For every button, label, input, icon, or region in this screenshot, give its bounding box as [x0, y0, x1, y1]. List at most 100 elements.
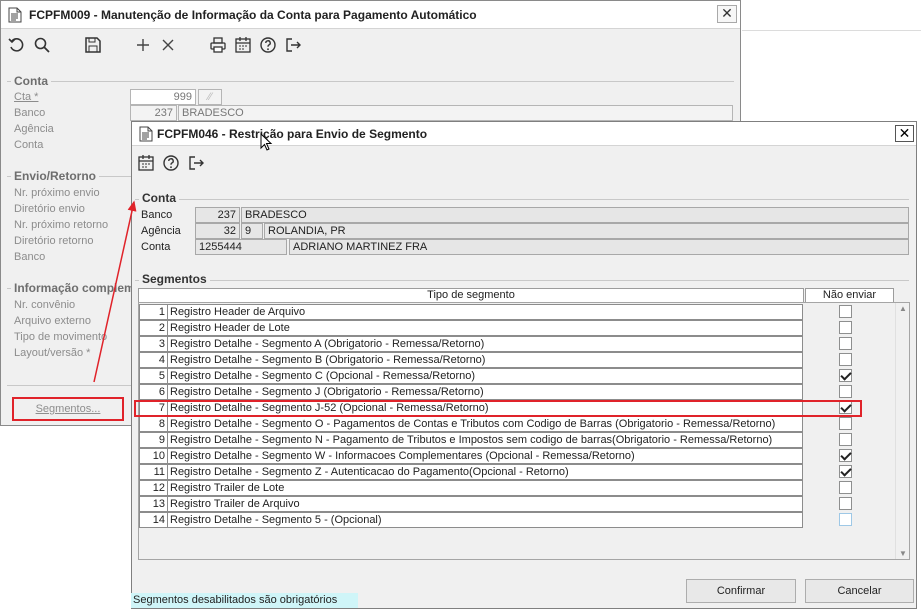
row-segment-type[interactable]: Registro Detalhe - Segmento J-52 (Opcion…	[167, 400, 803, 416]
row-segment-type[interactable]: Registro Header de Lote	[167, 320, 803, 336]
row-number: 8	[139, 416, 167, 432]
dialog-agencia-dv: 9	[241, 223, 263, 239]
save-icon[interactable]	[84, 36, 102, 54]
table-row[interactable]: 11 Registro Detalhe - Segmento Z - Autent…	[139, 464, 803, 480]
col-header-nao-enviar[interactable]: Não enviar	[805, 288, 894, 303]
table-row[interactable]: 6 Registro Detalhe - Segmento J (Obrigato…	[139, 384, 803, 400]
table-row[interactable]: 5 Registro Detalhe - Segmento C (Opcional…	[139, 368, 803, 384]
row-number: 7	[139, 400, 167, 416]
row-segment-type[interactable]: Registro Detalhe - Segmento B (Obrigator…	[167, 352, 803, 368]
exit-icon[interactable]	[284, 36, 302, 54]
tipo-movimento-label: Tipo de movimento	[14, 331, 108, 343]
dialog-conta-name: ADRIANO MARTINEZ FRA	[289, 239, 909, 255]
nao-enviar-checkbox[interactable]	[839, 449, 852, 462]
cta-input[interactable]: 999	[130, 89, 196, 105]
dialog-conta-group-label: Conta	[139, 191, 179, 205]
add-icon[interactable]	[134, 36, 152, 54]
diretorio-retorno-label: Diretório retorno	[14, 235, 94, 247]
cta-lookup-button[interactable]: ⁄⁄	[198, 89, 222, 105]
banco-label: Banco	[14, 107, 46, 119]
nao-enviar-checkbox[interactable]	[839, 305, 852, 318]
nao-enviar-checkbox[interactable]	[839, 369, 852, 382]
nao-enviar-checkbox[interactable]	[839, 465, 852, 478]
nao-enviar-checkbox[interactable]	[839, 417, 852, 430]
table-row[interactable]: 13 Registro Trailer de Arquivo	[139, 496, 803, 512]
dialog-titlebar: FCPFM046 - Restrição para Envio de Segme…	[132, 122, 916, 146]
nao-enviar-checkbox[interactable]	[839, 401, 852, 414]
confirm-button-label: Confirmar	[716, 585, 766, 597]
row-segment-type[interactable]: Registro Detalhe - Segmento 5 - (Opciona…	[167, 512, 803, 528]
table-row[interactable]: 14 Registro Detalhe - Segmento 5 - (Opcio…	[139, 512, 803, 528]
help-icon[interactable]	[259, 36, 277, 54]
row-segment-type[interactable]: Registro Detalhe - Segmento J (Obrigator…	[167, 384, 803, 400]
dialog-agencia-label: Agência	[141, 225, 181, 237]
table-row[interactable]: 8 Registro Detalhe - Segmento O - Pagamen…	[139, 416, 803, 432]
row-number: 6	[139, 384, 167, 400]
scroll-up-arrow-icon[interactable]: ▲	[899, 304, 907, 313]
table-row[interactable]: 7 Registro Detalhe - Segmento J-52 (Opcio…	[139, 400, 803, 416]
envio-retorno-group-label: Envio/Retorno	[11, 169, 100, 183]
row-segment-type[interactable]: Registro Header de Arquivo	[167, 304, 803, 320]
table-row[interactable]: 9 Registro Detalhe - Segmento N - Pagamen…	[139, 432, 803, 448]
nao-enviar-checkbox[interactable]	[839, 337, 852, 350]
row-segment-type[interactable]: Registro Detalhe - Segmento W - Informac…	[167, 448, 803, 464]
nao-enviar-checkbox[interactable]	[839, 353, 852, 366]
exit-icon[interactable]	[187, 154, 205, 172]
row-number: 3	[139, 336, 167, 352]
dialog-close-button[interactable]: ✕	[895, 125, 914, 142]
search-icon[interactable]	[33, 36, 51, 54]
cancel-button[interactable]: Cancelar	[805, 579, 914, 603]
nr-proximo-retorno-label: Nr. próximo retorno	[14, 219, 109, 231]
main-toolbar	[1, 30, 740, 60]
help-icon[interactable]	[162, 154, 180, 172]
row-number: 5	[139, 368, 167, 384]
cta-label: Cta *	[14, 91, 39, 103]
nao-enviar-checkbox[interactable]	[839, 497, 852, 510]
table-row[interactable]: 1 Registro Header de Arquivo	[139, 304, 803, 320]
print-icon[interactable]	[209, 36, 227, 54]
mouse-cursor-icon	[260, 133, 273, 151]
row-segment-type[interactable]: Registro Detalhe - Segmento C (Opcional …	[167, 368, 803, 384]
nr-convenio-label: Nr. convênio	[14, 299, 76, 311]
row-number: 14	[139, 512, 167, 528]
row-segment-type[interactable]: Registro Detalhe - Segmento A (Obrigator…	[167, 336, 803, 352]
table-row[interactable]: 10 Registro Detalhe - Segmento W - Inform…	[139, 448, 803, 464]
row-segment-type[interactable]: Registro Detalhe - Segmento O - Pagament…	[167, 416, 803, 432]
scroll-down-arrow-icon[interactable]: ▼	[899, 549, 907, 558]
row-segment-type[interactable]: Registro Trailer de Lote	[167, 480, 803, 496]
row-segment-type[interactable]: Registro Detalhe - Segmento Z - Autentic…	[167, 464, 803, 480]
calendar-icon[interactable]	[234, 36, 252, 54]
row-segment-type[interactable]: Registro Trailer de Arquivo	[167, 496, 803, 512]
table-row[interactable]: 2 Registro Header de Lote	[139, 320, 803, 336]
nao-enviar-checkbox[interactable]	[839, 433, 852, 446]
col-header-tipo-segmento[interactable]: Tipo de segmento	[138, 288, 804, 303]
confirm-button[interactable]: Confirmar	[686, 579, 796, 603]
table-row[interactable]: 12 Registro Trailer de Lote	[139, 480, 803, 496]
undo-icon[interactable]	[8, 36, 26, 54]
main-window-title: FCPFM009 - Manutenção de Informação da C…	[29, 8, 477, 22]
calendar-icon[interactable]	[137, 154, 155, 172]
row-number: 12	[139, 480, 167, 496]
nao-enviar-checkbox[interactable]	[839, 481, 852, 494]
row-number: 9	[139, 432, 167, 448]
segmentos-table: 1 Registro Header de Arquivo 2 Registro Hea…	[138, 302, 910, 560]
nao-enviar-checkbox[interactable]	[839, 513, 852, 526]
conta-group-label: Conta	[11, 74, 51, 88]
document-app-icon	[8, 7, 22, 26]
main-window-close-button[interactable]: ✕	[717, 5, 737, 23]
info-complementar-group-label: Informação complem	[11, 281, 138, 295]
segmentos-button[interactable]: Segmentos...	[12, 397, 124, 421]
row-segment-type[interactable]: Registro Detalhe - Segmento N - Pagament…	[167, 432, 803, 448]
table-row[interactable]: 3 Registro Detalhe - Segmento A (Obrigato…	[139, 336, 803, 352]
dialog-banco-label: Banco	[141, 209, 173, 221]
agencia-label: Agência	[14, 123, 54, 135]
table-row[interactable]: 4 Registro Detalhe - Segmento B (Obrigato…	[139, 352, 803, 368]
background-divider	[742, 30, 921, 31]
status-bar-text: Segmentos desabilitados são obrigatórios	[131, 593, 358, 608]
segmentos-button-label: Segmentos...	[35, 403, 101, 415]
nao-enviar-checkbox[interactable]	[839, 385, 852, 398]
nao-enviar-checkbox[interactable]	[839, 321, 852, 334]
delete-icon[interactable]	[159, 36, 177, 54]
dialog-agencia-code: 32	[195, 223, 240, 239]
table-vertical-scrollbar[interactable]: ▲ ▼	[895, 303, 909, 559]
